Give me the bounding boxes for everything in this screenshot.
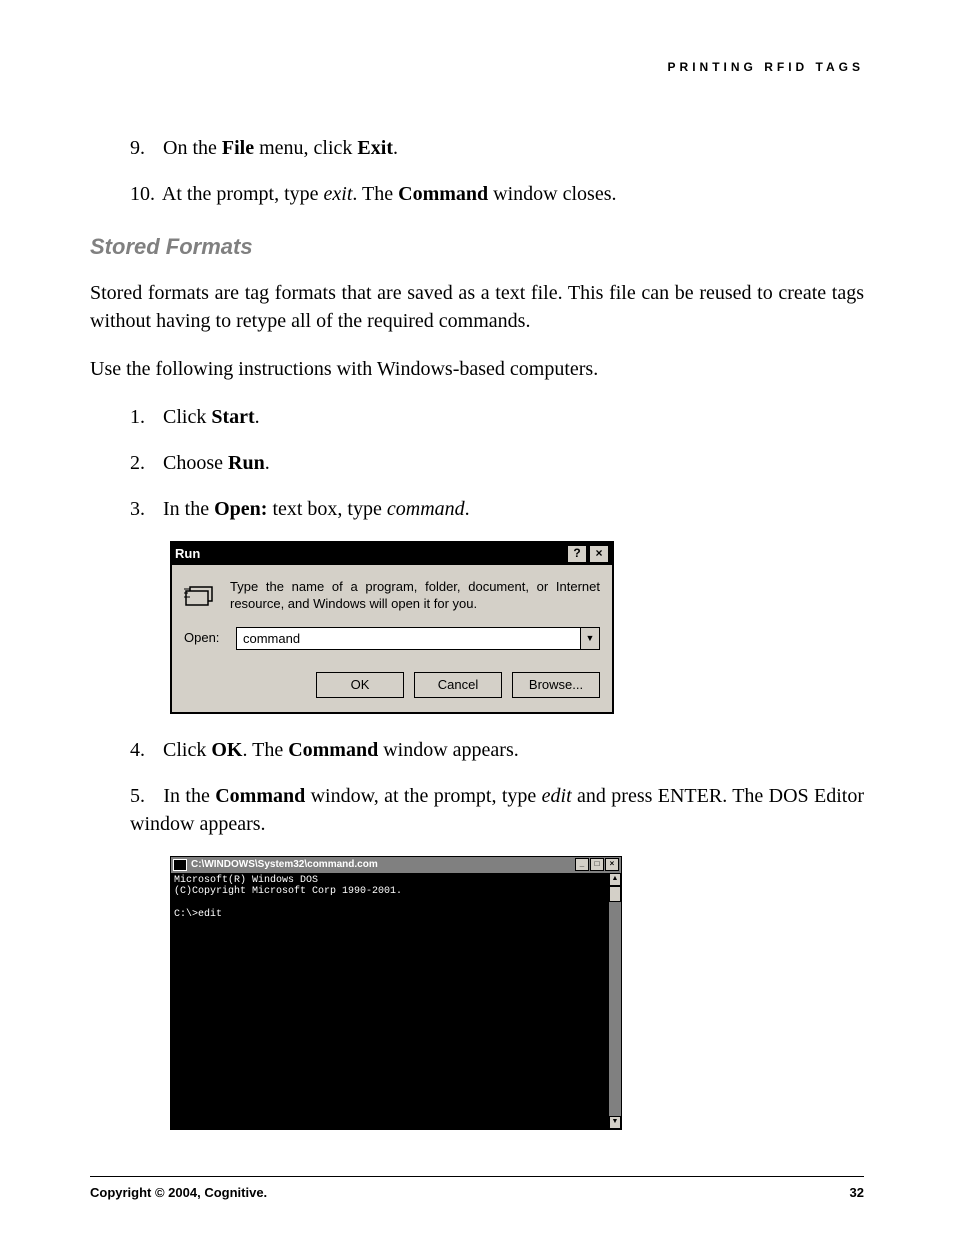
section-heading-stored-formats: Stored Formats — [90, 232, 864, 263]
step-9: 9. On the File menu, click Exit. — [90, 134, 864, 162]
step-5: 5. In the Command window, at the prompt,… — [90, 782, 864, 838]
step-10: 10. At the prompt, type exit. The Comman… — [90, 180, 864, 208]
open-input[interactable] — [237, 628, 580, 649]
step-number: 2. — [130, 449, 158, 477]
command-window-titlebar: C:\WINDOWS\System32\command.com _ □ × — [171, 857, 621, 873]
step-number: 1. — [130, 403, 158, 431]
page-footer: Copyright © 2004, Cognitive. 32 — [90, 1176, 864, 1200]
step-text: In the Open: text box, type command. — [163, 498, 470, 520]
msdos-icon — [173, 859, 187, 871]
page-header-section: PRINTING RFID TAGS — [90, 60, 864, 74]
copyright-text: Copyright © 2004, Cognitive. — [90, 1185, 267, 1200]
command-window-body[interactable]: Microsoft(R) Windows DOS (C)Copyright Mi… — [171, 873, 609, 1129]
open-label: Open: — [184, 629, 226, 647]
page-number: 32 — [850, 1185, 864, 1200]
scroll-track[interactable] — [609, 902, 621, 1116]
open-combobox[interactable]: ▼ — [236, 627, 600, 650]
scroll-down-button[interactable]: ▼ — [609, 1116, 621, 1129]
step-text: Click Start. — [163, 406, 260, 428]
help-button[interactable]: ? — [567, 545, 587, 563]
step-text: On the File menu, click Exit. — [163, 137, 398, 159]
ok-button[interactable]: OK — [316, 672, 404, 698]
step-number: 9. — [130, 134, 158, 162]
run-dialog-title: Run — [175, 545, 200, 563]
close-button[interactable]: × — [605, 858, 619, 871]
step-2: 2. Choose Run. — [90, 449, 864, 477]
scrollbar[interactable]: ▲ ▼ — [609, 873, 621, 1129]
step-text: Choose Run. — [163, 452, 270, 474]
close-button[interactable]: × — [589, 545, 609, 563]
minimize-button[interactable]: _ — [575, 858, 589, 871]
scroll-up-button[interactable]: ▲ — [609, 873, 621, 886]
command-window: C:\WINDOWS\System32\command.com _ □ × Mi… — [170, 856, 622, 1130]
run-icon — [184, 579, 218, 607]
step-number: 3. — [130, 495, 158, 523]
step-text: In the Command window, at the prompt, ty… — [130, 785, 864, 835]
command-window-title: C:\WINDOWS\System32\command.com — [191, 858, 378, 872]
chevron-down-icon: ▼ — [586, 632, 595, 645]
run-dialog-titlebar: Run ? × — [172, 543, 612, 565]
paragraph-intro: Stored formats are tag formats that are … — [90, 279, 864, 335]
body-content: 9. On the File menu, click Exit. 10. At … — [90, 134, 864, 1130]
run-dialog: Run ? × — [170, 541, 614, 714]
run-dialog-description: Type the name of a program, folder, docu… — [230, 579, 600, 613]
step-text: At the prompt, type exit. The Command wi… — [162, 183, 617, 205]
step-3: 3. In the Open: text box, type command. — [90, 495, 864, 523]
step-number: 4. — [130, 736, 158, 764]
dropdown-button[interactable]: ▼ — [580, 628, 599, 649]
step-4: 4. Click OK. The Command window appears. — [90, 736, 864, 764]
step-number: 5. — [130, 782, 158, 810]
step-text: Click OK. The Command window appears. — [163, 739, 519, 761]
scroll-thumb[interactable] — [609, 886, 621, 902]
browse-button[interactable]: Browse... — [512, 672, 600, 698]
step-1: 1. Click Start. — [90, 403, 864, 431]
paragraph-instructions: Use the following instructions with Wind… — [90, 355, 864, 383]
step-number: 10. — [130, 180, 158, 208]
maximize-button[interactable]: □ — [590, 858, 604, 871]
cancel-button[interactable]: Cancel — [414, 672, 502, 698]
